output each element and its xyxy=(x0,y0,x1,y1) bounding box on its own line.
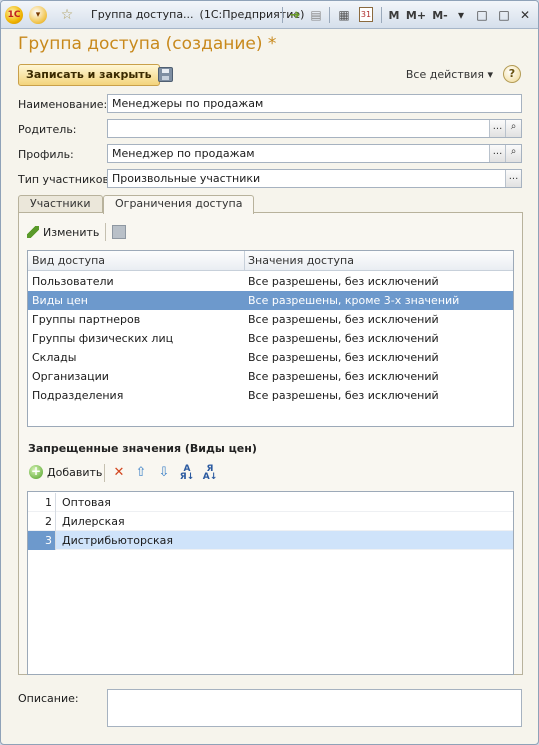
tab-access-restrictions[interactable]: Ограничения доступа xyxy=(103,195,255,214)
parent-open-icon[interactable]: ⌕ xyxy=(505,120,521,137)
table-row[interactable]: Группы партнеров Все разрешены, без исклю… xyxy=(28,310,513,329)
toolbar-divider xyxy=(104,464,105,482)
table-row[interactable]: Организации Все разрешены, без исключений xyxy=(28,367,513,386)
plus-icon: + xyxy=(29,464,43,479)
help-icon[interactable]: ? xyxy=(503,65,521,83)
move-down-icon[interactable]: ⇩ xyxy=(156,465,172,481)
restore-window-icon-2[interactable]: □ xyxy=(495,6,513,24)
parent-select-button[interactable]: ... xyxy=(489,120,505,137)
go-forward-icon[interactable]: ➜ xyxy=(287,6,303,24)
dropdown-chevron-icon[interactable]: ▾ xyxy=(452,6,470,24)
access-kind-cell: Группы физических лиц xyxy=(32,332,174,345)
row-number: 3 xyxy=(28,531,56,550)
access-kind-cell: Склады xyxy=(32,351,77,364)
title-bar: 1С ▾ ☆ Группа доступа... (1С:Предприятие)… xyxy=(1,1,538,29)
forbidden-values-table: 1 Оптовая 2 Дилерская 3 Дистрибьюторская xyxy=(27,491,514,675)
toolbar-divider xyxy=(105,223,106,241)
name-field[interactable]: Менеджеры по продажам xyxy=(107,94,522,113)
forbidden-values-title: Запрещенные значения (Виды цен) xyxy=(28,442,257,455)
edit-button-label: Изменить xyxy=(43,225,100,239)
favorite-star-icon[interactable]: ☆ xyxy=(58,6,76,24)
move-up-icon[interactable]: ⇧ xyxy=(133,465,149,481)
member-type-value: Произвольные участники xyxy=(112,172,261,185)
column-header-values[interactable]: Значения доступа xyxy=(244,251,354,271)
profile-field-value: Менеджер по продажам xyxy=(112,147,255,160)
window-title-text: Группа доступа... xyxy=(91,8,194,21)
access-value-cell: Все разрешены, без исключений xyxy=(248,389,439,402)
pencil-icon xyxy=(27,226,39,238)
titlebar-divider xyxy=(282,7,283,23)
access-value-cell: Все разрешены, без исключений xyxy=(248,313,439,326)
forbidden-value-cell: Дистрибьюторская xyxy=(62,534,174,547)
list-item[interactable]: 1 Оптовая xyxy=(28,493,513,512)
access-value-cell: Все разрешены, без исключений xyxy=(248,370,439,383)
app-window: 1С ▾ ☆ Группа доступа... (1С:Предприятие)… xyxy=(0,0,539,745)
profile-label: Профиль: xyxy=(18,148,74,161)
app-logo-icon[interactable]: 1С xyxy=(5,6,23,24)
table-header: Вид доступа Значения доступа xyxy=(28,251,513,271)
access-kind-cell: Подразделения xyxy=(32,389,124,402)
table-row[interactable]: Виды цен Все разрешены, кроме 3-х значени… xyxy=(28,291,513,310)
parent-field[interactable] xyxy=(107,119,522,138)
access-kind-cell: Виды цен xyxy=(32,294,88,307)
description-field[interactable] xyxy=(107,689,522,727)
delete-icon[interactable]: ✕ xyxy=(111,465,127,481)
command-bar: Записать и закрыть Все действия ▾ ? xyxy=(18,64,523,86)
access-value-cell: Все разрешены, кроме 3-х значений xyxy=(248,294,460,307)
description-label: Описание: xyxy=(18,692,79,705)
access-kind-cell: Организации xyxy=(32,370,109,383)
main-menu-icon[interactable]: ▾ xyxy=(29,6,47,24)
sort-descending-icon[interactable]: Я А↓ xyxy=(202,465,218,482)
profile-select-button[interactable]: ... xyxy=(489,145,505,162)
table-row[interactable]: Подразделения Все разрешены, без исключен… xyxy=(28,386,513,405)
access-kind-cell: Пользователи xyxy=(32,275,114,288)
profile-open-icon[interactable]: ⌕ xyxy=(505,145,521,162)
member-type-select-button[interactable]: ... xyxy=(505,170,521,187)
add-button-label: Добавить xyxy=(47,465,103,479)
parent-label: Родитель: xyxy=(18,123,77,136)
page-title: Группа доступа (создание) * xyxy=(18,34,277,54)
profile-field[interactable]: Менеджер по продажам xyxy=(107,144,522,163)
restore-window-icon[interactable]: □ xyxy=(473,6,491,24)
memory-m-button[interactable]: M xyxy=(387,6,401,24)
calculator-icon[interactable]: ▦ xyxy=(337,6,351,24)
table-row[interactable]: Склады Все разрешены, без исключений xyxy=(28,348,513,367)
list-item[interactable]: 3 Дистрибьюторская xyxy=(28,531,513,550)
save-disk-icon[interactable] xyxy=(158,67,173,82)
forbidden-value-cell: Дилерская xyxy=(62,515,125,528)
member-type-field[interactable]: Произвольные участники xyxy=(107,169,522,188)
access-table: Вид доступа Значения доступа Пользовател… xyxy=(27,250,514,427)
table-row[interactable]: Пользователи Все разрешены, без исключени… xyxy=(28,272,513,291)
save-disabled-icon xyxy=(112,225,126,239)
window-title: Группа доступа... (1С:Предприятие) xyxy=(91,8,304,21)
access-value-cell: Все разрешены, без исключений xyxy=(248,351,439,364)
save-and-close-button[interactable]: Записать и закрыть xyxy=(18,64,160,86)
member-type-label: Тип участников: xyxy=(18,173,113,186)
close-window-icon[interactable]: ✕ xyxy=(516,6,534,24)
titlebar-divider xyxy=(381,7,382,23)
row-number: 2 xyxy=(28,512,56,531)
titlebar-divider xyxy=(329,7,330,23)
access-kind-cell: Группы партнеров xyxy=(32,313,141,326)
calendar-icon[interactable]: 31 xyxy=(359,7,373,22)
add-button[interactable]: + Добавить xyxy=(29,465,102,479)
forbidden-value-cell: Оптовая xyxy=(62,496,111,509)
access-value-cell: Все разрешены, без исключений xyxy=(248,275,439,288)
table-row[interactable]: Группы физических лиц Все разрешены, без … xyxy=(28,329,513,348)
document-icon[interactable]: ▤ xyxy=(309,6,323,24)
edit-button[interactable]: Изменить xyxy=(27,224,99,240)
name-label: Наименование: xyxy=(18,98,108,111)
column-header-kind[interactable]: Вид доступа xyxy=(28,251,105,271)
row-number: 1 xyxy=(28,493,56,512)
all-actions-menu[interactable]: Все действия ▾ xyxy=(406,68,493,81)
list-item[interactable]: 2 Дилерская xyxy=(28,512,513,531)
access-value-cell: Все разрешены, без исключений xyxy=(248,332,439,345)
memory-plus-button[interactable]: M+ xyxy=(406,6,426,24)
memory-minus-button[interactable]: M- xyxy=(431,6,449,24)
tab-participants[interactable]: Участники xyxy=(18,195,103,213)
sort-ascending-icon[interactable]: А Я↓ xyxy=(179,465,195,482)
